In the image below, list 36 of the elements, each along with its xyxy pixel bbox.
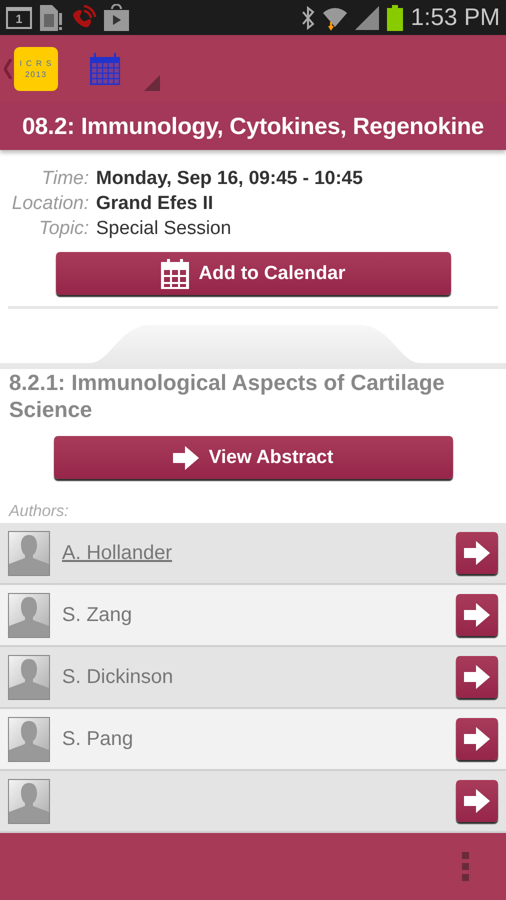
detail-label: Time: (40, 168, 89, 190)
signal-icon (354, 6, 379, 30)
arrow-right-icon (464, 603, 490, 627)
detail-label: Topic: (38, 218, 89, 240)
detail-label: Location: (10, 193, 89, 215)
calendar-icon (160, 258, 189, 288)
author-arrow-button[interactable] (456, 594, 498, 636)
talk-title: 8.2.1: Immunological Aspects of Cartilage Science (8, 369, 446, 423)
arrow-right-icon (464, 665, 490, 689)
battery-icon (386, 4, 403, 30)
clock-time: 1:53 PM (410, 4, 500, 32)
avatar-icon (8, 592, 50, 638)
conference-logo[interactable]: I C R S 2013 (14, 47, 58, 91)
notification-badge: 1 (6, 6, 32, 28)
author-arrow-button[interactable] (456, 656, 498, 698)
arrow-right-icon (464, 727, 490, 751)
arrow-right-icon (464, 541, 490, 565)
detail-value: Grand Efes II (96, 193, 214, 215)
avatar-icon (8, 654, 50, 700)
avatar-icon (8, 716, 50, 762)
session-title: 08.2: Immunology, Cytokines, Regenokine (0, 103, 506, 150)
authors-label: Authors: (7, 502, 70, 522)
avatar-icon (8, 530, 50, 576)
view-abstract-button[interactable]: View Abstract (54, 436, 452, 479)
add-to-calendar-button[interactable]: Add to Calendar (56, 252, 450, 295)
avatar-icon (8, 778, 50, 824)
play-store-icon (104, 4, 129, 31)
sim-card-icon (40, 4, 62, 30)
author-arrow-button[interactable] (456, 532, 498, 574)
author-arrow-button[interactable] (456, 780, 498, 822)
detail-value: Special Session (96, 218, 232, 240)
arrow-right-icon (172, 446, 199, 470)
bluetooth-icon (300, 6, 315, 30)
arrow-right-icon (464, 789, 490, 813)
detail-value: Monday, Sep 16, 09:45 - 10:45 (96, 168, 364, 190)
author-arrow-button[interactable] (456, 718, 498, 760)
